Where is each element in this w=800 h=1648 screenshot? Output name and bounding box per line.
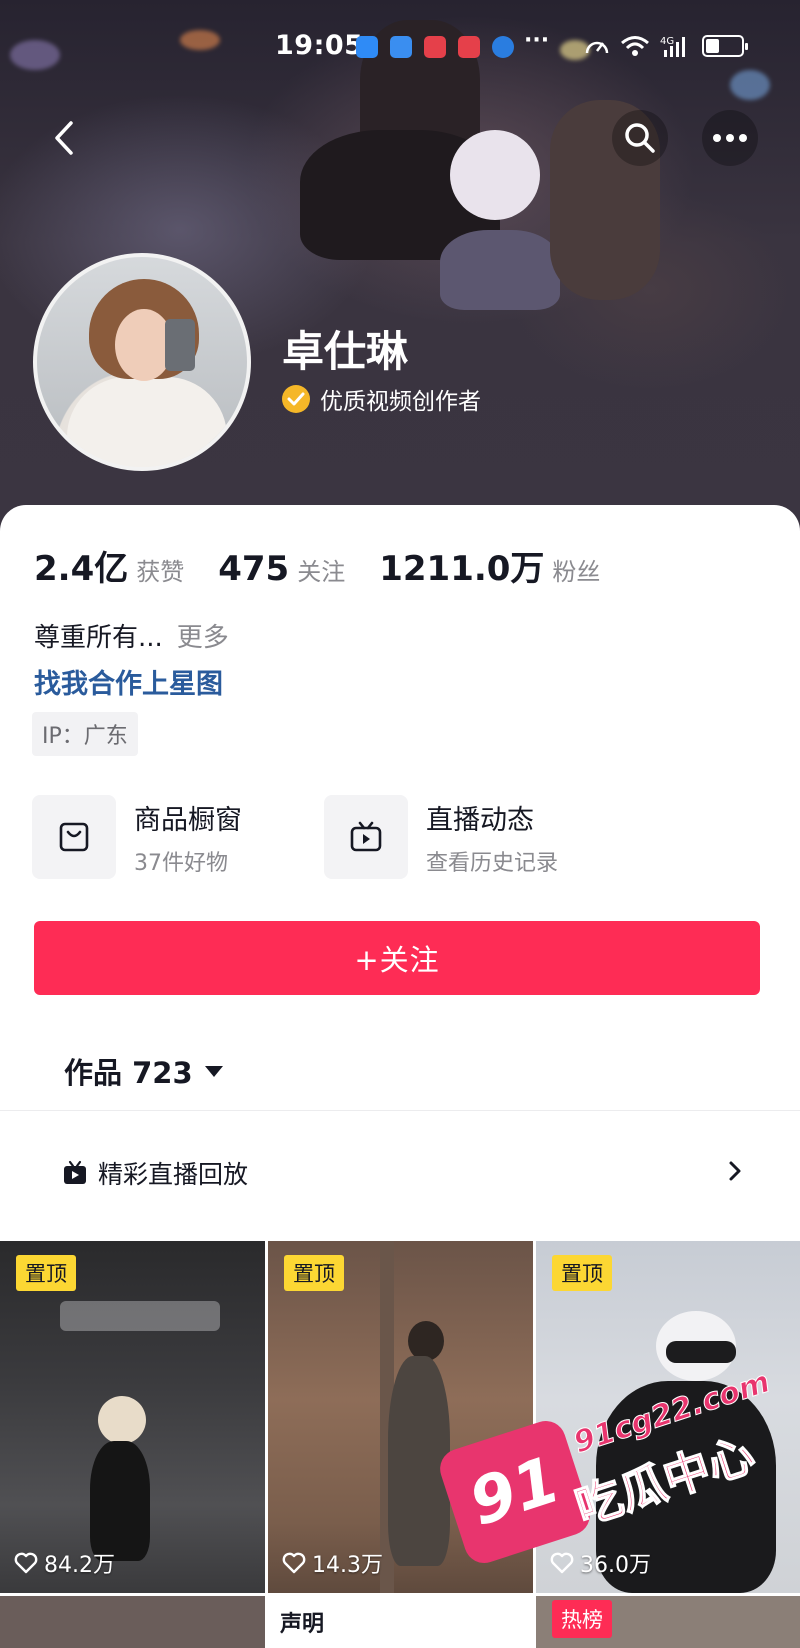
works-label: 作品 723	[64, 1056, 193, 1090]
likes-count: 14.3万	[312, 1553, 383, 1578]
video-tile[interactable]: 热榜	[536, 1596, 800, 1648]
message-icon	[356, 36, 378, 58]
service-subtitle: 37件好物	[134, 850, 228, 876]
more-notifications-icon: ···	[524, 28, 550, 53]
ellipsis-icon	[713, 134, 747, 142]
stat-likes[interactable]: 2.4亿 获赞	[34, 541, 184, 590]
network-label: 4G	[660, 36, 674, 47]
stat-value: 475	[218, 549, 290, 589]
stat-value: 2.4亿	[34, 549, 129, 589]
search-button[interactable]	[612, 110, 668, 166]
heart-icon	[282, 1552, 306, 1574]
wifi-icon	[621, 36, 649, 56]
stat-following[interactable]: 475 关注	[218, 549, 345, 589]
heart-icon	[14, 1552, 38, 1574]
stat-label: 粉丝	[552, 558, 601, 586]
creator-badge-label: 优质视频创作者	[320, 389, 481, 415]
cover-baby-hat	[450, 130, 540, 220]
ip-location: IP：广东	[32, 712, 138, 756]
video-likes: 14.3万	[282, 1547, 383, 1579]
stat-label: 关注	[297, 558, 346, 586]
status-time: 19:05	[275, 30, 364, 61]
live-tv-icon	[64, 1160, 86, 1184]
service-shop-window[interactable]: 商品橱窗 37件好物	[32, 795, 242, 879]
pinned-tag: 置顶	[16, 1255, 76, 1291]
battery-icon	[702, 35, 748, 57]
video-tile[interactable]	[0, 1596, 265, 1648]
verified-icon	[282, 385, 310, 413]
stat-followers[interactable]: 1211.0万 粉丝	[379, 541, 600, 590]
more-button[interactable]	[702, 110, 758, 166]
back-button[interactable]	[36, 110, 92, 166]
follow-button[interactable]: +关注	[34, 921, 760, 995]
caret-down-icon	[204, 1065, 223, 1077]
cover-baby	[440, 230, 560, 310]
video-tile[interactable]: 声明	[268, 1596, 533, 1648]
likes-count: 84.2万	[44, 1553, 115, 1578]
pinned-tag: 置顶	[552, 1255, 612, 1291]
stat-value: 1211.0万	[379, 549, 545, 589]
video-tile[interactable]: 置顶 84.2万	[0, 1241, 265, 1593]
app-icon	[390, 36, 412, 58]
bio-text: 尊重所有...	[34, 623, 163, 653]
app-icon	[458, 36, 480, 58]
bokeh-light	[730, 70, 770, 100]
avatar[interactable]	[33, 253, 251, 471]
hot-list-tag: 热榜	[552, 1600, 612, 1638]
live-replay-label: 精彩直播回放	[98, 1160, 249, 1189]
divider	[0, 1110, 800, 1111]
status-bar: 19:05 ··· 4G	[0, 28, 800, 68]
signal-icon: 4G	[660, 36, 685, 57]
creator-badge[interactable]: 优质视频创作者	[282, 382, 481, 416]
chevron-right-icon[interactable]	[726, 1159, 744, 1183]
pinned-tag: 置顶	[284, 1255, 344, 1291]
profile-name: 卓仕琳	[282, 327, 409, 376]
video-likes: 84.2万	[14, 1547, 115, 1579]
cooperation-link[interactable]: 找我合作上星图	[34, 662, 223, 701]
service-live-history[interactable]: 直播动态 查看历史记录	[324, 795, 558, 879]
service-title: 直播动态	[426, 804, 534, 836]
tv-icon	[350, 821, 382, 852]
chevron-left-icon	[55, 121, 73, 155]
profile-stats: 2.4亿 获赞 475 关注 1211.0万 粉丝	[34, 541, 634, 590]
speed-icon	[585, 41, 609, 54]
shopping-bag-icon	[59, 822, 89, 852]
bio: 尊重所有... 更多	[34, 617, 229, 654]
watermark: 91 91cg22.com 吃瓜中心	[434, 1364, 780, 1569]
bio-more-link[interactable]: 更多	[177, 623, 229, 653]
app-icon	[424, 36, 446, 58]
app-icon	[492, 36, 514, 58]
works-tab[interactable]: 作品 723	[64, 1050, 223, 1092]
service-subtitle: 查看历史记录	[426, 850, 559, 876]
service-title: 商品橱窗	[134, 804, 242, 836]
statement-label: 声明	[280, 1612, 325, 1637]
search-icon	[625, 123, 655, 153]
live-replay-row[interactable]: 精彩直播回放	[62, 1155, 248, 1191]
stat-label: 获赞	[136, 558, 185, 586]
